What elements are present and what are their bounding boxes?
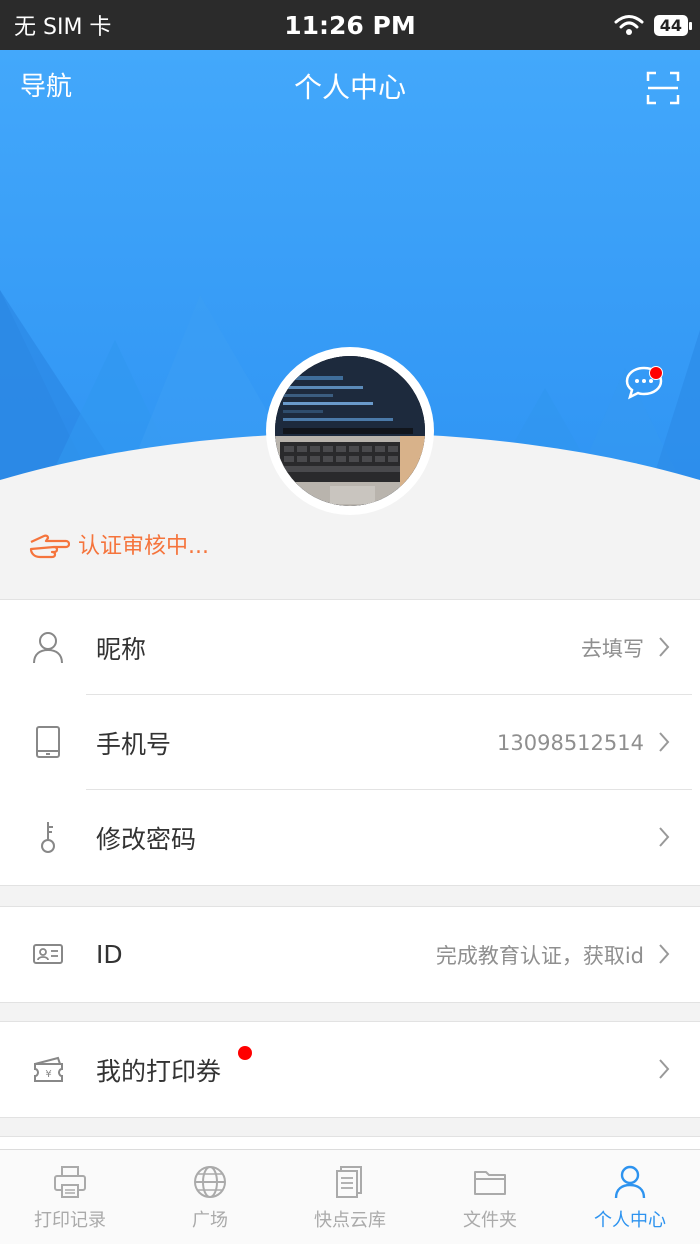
phone-icon: [36, 726, 60, 758]
globe-icon: [194, 1166, 226, 1198]
nickname-row[interactable]: 昵称 去填写: [0, 600, 700, 695]
verification-text: 认证审核中...: [78, 534, 209, 559]
print-coupon-row[interactable]: ¥ 我的打印券: [0, 1022, 700, 1117]
verification-status[interactable]: 认证审核中...: [28, 528, 209, 560]
tab-square[interactable]: 广场: [140, 1150, 280, 1244]
document-icon: [336, 1166, 362, 1198]
ticket-icon: ¥: [34, 1056, 63, 1082]
chevron-right-icon: [659, 732, 670, 752]
avatar-image: [275, 356, 425, 506]
chevron-right-icon: [659, 637, 670, 657]
account-settings-group: 昵称 去填写 手机号 13098512514 修改密码: [0, 599, 700, 886]
coupon-badge: [238, 1046, 252, 1060]
page-title: 个人中心: [293, 71, 406, 104]
tab-personal-center[interactable]: 个人中心: [560, 1150, 700, 1244]
tab-print-records[interactable]: 打印记录: [0, 1150, 140, 1244]
folder-icon: [474, 1171, 506, 1195]
pointing-hand-icon: [29, 534, 70, 559]
chevron-right-icon: [659, 1059, 670, 1079]
tab-folders[interactable]: 文件夹: [420, 1150, 560, 1244]
coupon-group: ¥ 我的打印券: [0, 1021, 700, 1118]
avatar[interactable]: [266, 347, 434, 515]
id-card-icon: [33, 944, 63, 964]
scan-icon[interactable]: [645, 70, 681, 106]
tab-label: 打印记录: [34, 1210, 106, 1231]
tab-cloud-library[interactable]: 快点云库: [280, 1150, 420, 1244]
phone-label: 手机号: [96, 729, 172, 759]
key-icon: [41, 822, 55, 853]
id-label: ID: [96, 940, 123, 969]
svg-text:¥: ¥: [45, 1069, 51, 1080]
chevron-right-icon: [659, 827, 670, 847]
tab-label: 快点云库: [314, 1210, 386, 1231]
tab-label: 文件夹: [463, 1210, 517, 1231]
nickname-label: 昵称: [96, 634, 147, 664]
battery-indicator: 44: [653, 14, 693, 36]
status-indicators: 44: [614, 13, 693, 37]
person-icon: [614, 1165, 646, 1199]
user-icon: [33, 632, 63, 664]
nickname-value: 去填写: [581, 636, 644, 661]
print-coupon-label: 我的打印券: [96, 1056, 222, 1086]
tab-label: 个人中心: [594, 1210, 666, 1231]
phone-value: 13098512514: [497, 730, 644, 755]
carrier-label: 无 SIM 卡: [14, 15, 112, 40]
status-bar: 无 SIM 卡 11:26 PM 44: [0, 0, 700, 50]
chevron-right-icon: [659, 944, 670, 964]
tab-label: 广场: [192, 1210, 228, 1231]
id-row[interactable]: ID 完成教育认证，获取id: [0, 907, 700, 1002]
id-value: 完成教育认证，获取id: [435, 943, 644, 968]
change-password-label: 修改密码: [96, 824, 197, 854]
id-group: ID 完成教育认证，获取id: [0, 906, 700, 1003]
printer-icon: [54, 1166, 86, 1198]
wifi-icon: [614, 15, 644, 35]
message-badge: [649, 366, 663, 380]
tab-bar: 打印记录 广场 快点云库 文件夹 个人中心: [0, 1149, 700, 1244]
change-password-row[interactable]: 修改密码: [0, 790, 700, 885]
phone-row[interactable]: 手机号 13098512514: [0, 695, 700, 790]
